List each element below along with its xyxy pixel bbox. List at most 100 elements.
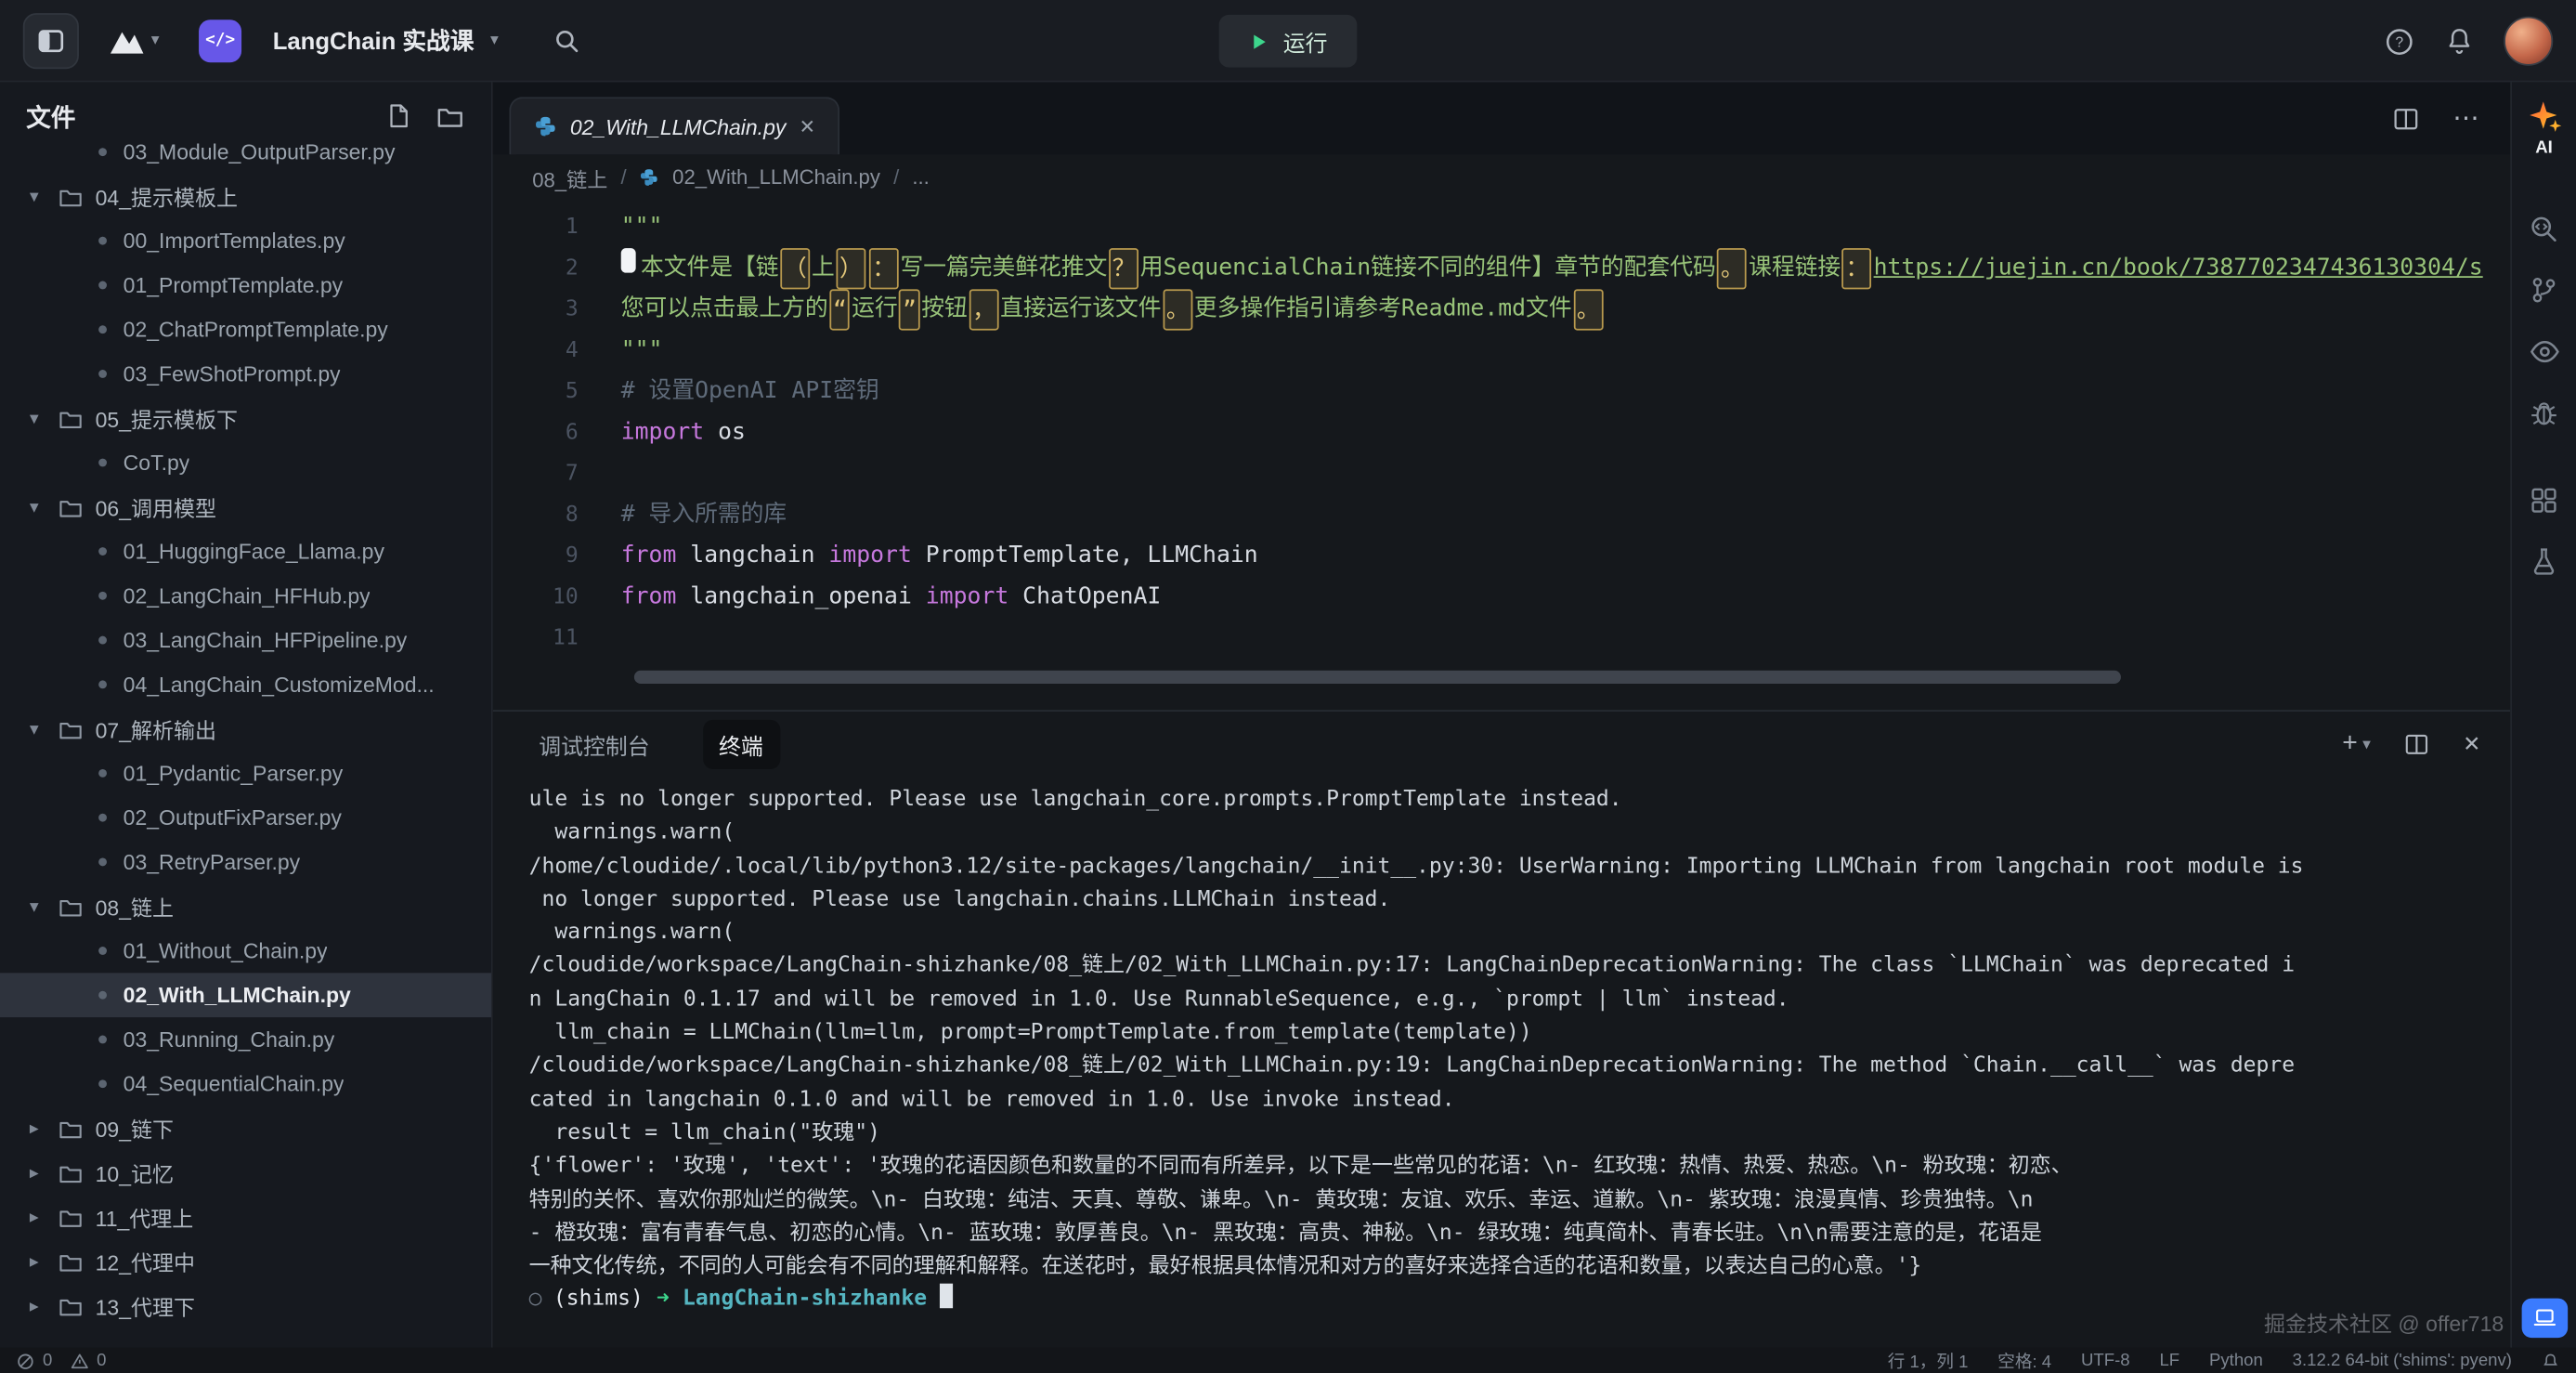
tree-file-row[interactable]: 03_FewShotPrompt.py bbox=[0, 352, 491, 397]
new-file-button[interactable] bbox=[384, 102, 412, 132]
preview-button[interactable] bbox=[2528, 335, 2560, 368]
tree-file-row[interactable]: 04_LangChain_CustomizeMod... bbox=[0, 662, 491, 707]
tree-folder-row[interactable]: ▸10_记忆 bbox=[0, 1150, 491, 1195]
tree-folder-row[interactable]: ▾06_调用模型 bbox=[0, 485, 491, 530]
help-button[interactable]: ? bbox=[2384, 25, 2415, 57]
debug-button[interactable] bbox=[2529, 398, 2560, 429]
tab-terminal[interactable]: 终端 bbox=[702, 720, 779, 769]
tree-folder-row[interactable]: ▸13_代理下 bbox=[0, 1284, 491, 1328]
warnings-icon bbox=[71, 1352, 88, 1369]
tree-file-row[interactable]: 02_ChatPromptTemplate.py bbox=[0, 307, 491, 352]
line-number: 3 bbox=[493, 289, 621, 330]
tree-file-row[interactable]: CoT.py bbox=[0, 440, 491, 485]
code-token: """ bbox=[621, 331, 663, 372]
tree-file-row[interactable]: 02_With_LLMChain.py bbox=[0, 973, 491, 1017]
breadcrumb-folder[interactable]: 08_链上 bbox=[532, 162, 607, 193]
new-folder-button[interactable] bbox=[436, 102, 465, 132]
code-review-button[interactable] bbox=[2529, 214, 2560, 245]
code-line[interactable]: 10from langchain_openai import ChatOpenA… bbox=[493, 577, 2510, 618]
tree-folder-row[interactable]: ▸11_代理上 bbox=[0, 1195, 491, 1239]
notifications-button[interactable] bbox=[2444, 26, 2474, 56]
tree-folder-row[interactable]: ▸12_代理中 bbox=[0, 1239, 491, 1284]
tree-file-row[interactable]: 01_Pydantic_Parser.py bbox=[0, 751, 491, 795]
tree-file-row[interactable]: 03_Running_Chain.py bbox=[0, 1017, 491, 1062]
eol-setting[interactable]: LF bbox=[2159, 1351, 2179, 1370]
chevron-down-icon: ▾ bbox=[2362, 736, 2371, 753]
tree-file-row[interactable]: 01_HuggingFace_Llama.py bbox=[0, 530, 491, 574]
user-avatar[interactable] bbox=[2504, 17, 2553, 66]
horizontal-scrollbar[interactable] bbox=[634, 671, 2121, 684]
tree-folder-row[interactable]: ▾04_提示模板上 bbox=[0, 175, 491, 219]
code-line[interactable]: 3您可以点击最上方的“运行”按钮，直接运行该文件。更多操作指引请参考Readme… bbox=[493, 289, 2510, 330]
sidebar-toggle-button[interactable] bbox=[23, 12, 79, 68]
split-editor-button[interactable] bbox=[2392, 104, 2420, 132]
tree-item-label: 11_代理上 bbox=[96, 1201, 194, 1233]
code-line[interactable]: 5# 设置OpenAI API密钥 bbox=[493, 372, 2510, 412]
code-line[interactable]: 8# 导入所需的库 bbox=[493, 495, 2510, 536]
ide-logo[interactable]: ▾ bbox=[105, 19, 159, 61]
code-line[interactable]: 9from langchain import PromptTemplate, L… bbox=[493, 536, 2510, 577]
tree-file-row[interactable]: 03_LangChain_HFPipeline.py bbox=[0, 618, 491, 662]
close-panel-button[interactable]: ✕ bbox=[2463, 731, 2480, 757]
file-icon bbox=[98, 636, 107, 645]
code-line[interactable]: 4""" bbox=[493, 331, 2510, 372]
code-token: ChatOpenAI bbox=[1008, 577, 1161, 618]
encoding[interactable]: UTF-8 bbox=[2081, 1351, 2130, 1370]
tree-file-row[interactable]: 01_PromptTemplate.py bbox=[0, 263, 491, 307]
breadcrumb-more[interactable]: ... bbox=[912, 166, 929, 190]
search-button[interactable] bbox=[552, 25, 581, 55]
tree-item-label: 03_FewShotPrompt.py bbox=[124, 361, 341, 386]
code-line[interactable]: 6import os bbox=[493, 412, 2510, 453]
new-terminal-button[interactable]: + ▾ bbox=[2342, 729, 2371, 759]
ai-label: AI bbox=[2535, 138, 2553, 158]
tree-file-row[interactable]: 04_SequentialChain.py bbox=[0, 1062, 491, 1106]
terminal-line: llm_chain = LLMChain(llm=llm, prompt=Pro… bbox=[529, 1017, 2511, 1051]
tree-file-row[interactable]: 03_RetryParser.py bbox=[0, 840, 491, 884]
tree-folder-row[interactable]: ▸09_链下 bbox=[0, 1106, 491, 1151]
tree-file-row[interactable]: 00_ImportTemplates.py bbox=[0, 218, 491, 263]
line-number: 1 bbox=[493, 207, 621, 248]
tree-folder-row[interactable]: ▾08_链上 bbox=[0, 884, 491, 929]
run-button[interactable]: 运行 bbox=[1219, 15, 1358, 68]
tree-folder-row[interactable]: ▾05_提示模板下 bbox=[0, 396, 491, 440]
tree-file-row[interactable]: 01_Without_Chain.py bbox=[0, 929, 491, 974]
tree-folder-row[interactable]: ▾07_解析输出 bbox=[0, 707, 491, 752]
editor-tab-active[interactable]: 02_With_LLMChain.py ✕ bbox=[509, 97, 839, 154]
device-preview-button[interactable] bbox=[2521, 1299, 2568, 1338]
indent-setting[interactable]: 空格: 4 bbox=[1997, 1349, 2051, 1373]
code-editor[interactable]: 1"""2本文件是【链（上）：写一篇完美鲜花推文？用SequencialChai… bbox=[493, 201, 2510, 720]
code-line[interactable]: 7 bbox=[493, 453, 2510, 494]
chevron-down-icon: ▾ bbox=[30, 186, 46, 207]
project-name[interactable]: LangChain 实战课 bbox=[273, 23, 475, 58]
bottom-panel: 调试控制台 终端 + ▾ ✕ ule is no lo bbox=[493, 710, 2510, 1347]
source-control-button[interactable] bbox=[2529, 274, 2560, 306]
terminal-prompt[interactable]: ○(shims)➜LangChain-shizhanke bbox=[529, 1284, 2511, 1317]
terminal-output[interactable]: ule is no longer supported. Please use l… bbox=[493, 784, 2510, 1348]
code-token: langchain bbox=[676, 536, 828, 577]
tree-file-row[interactable]: 02_LangChain_HFHub.py bbox=[0, 573, 491, 618]
python-interpreter[interactable]: 3.12.2 64-bit ('shims': pyenv) bbox=[2293, 1351, 2512, 1370]
split-terminal-button[interactable] bbox=[2403, 731, 2429, 757]
extensions-button[interactable] bbox=[2529, 485, 2560, 517]
errors-count[interactable]: 0 bbox=[43, 1351, 52, 1370]
close-icon[interactable]: ✕ bbox=[800, 115, 816, 138]
code-link[interactable]: https://juejin.cn/book/73877023474361303… bbox=[1874, 248, 2483, 289]
tab-debug-console[interactable]: 调试控制台 bbox=[523, 720, 667, 769]
tree-file-row[interactable]: 03_Module_OutputParser.py bbox=[0, 130, 491, 175]
code-token: ？ bbox=[1109, 248, 1138, 289]
cursor-position[interactable]: 行 1，列 1 bbox=[1888, 1349, 1969, 1373]
bell-icon[interactable] bbox=[2542, 1352, 2559, 1369]
code-line[interactable]: 2本文件是【链（上）：写一篇完美鲜花推文？用SequencialChain链接不… bbox=[493, 248, 2510, 289]
experiments-button[interactable] bbox=[2529, 545, 2560, 577]
more-actions-button[interactable]: ⋯ bbox=[2452, 102, 2480, 135]
code-line[interactable]: 11 bbox=[493, 618, 2510, 659]
code-line[interactable]: 1""" bbox=[493, 207, 2510, 248]
warnings-count[interactable]: 0 bbox=[97, 1351, 106, 1370]
project-icon[interactable]: </> bbox=[199, 19, 241, 61]
breadcrumb-file[interactable]: 02_With_LLMChain.py bbox=[672, 166, 880, 190]
ai-assistant-button[interactable]: AI bbox=[2526, 98, 2562, 158]
tree-file-row[interactable]: 02_OutputFixParser.py bbox=[0, 795, 491, 840]
language-mode[interactable]: Python bbox=[2209, 1351, 2263, 1370]
chevron-down-icon[interactable]: ▾ bbox=[490, 32, 499, 49]
code-token: 按钮 bbox=[921, 289, 968, 330]
